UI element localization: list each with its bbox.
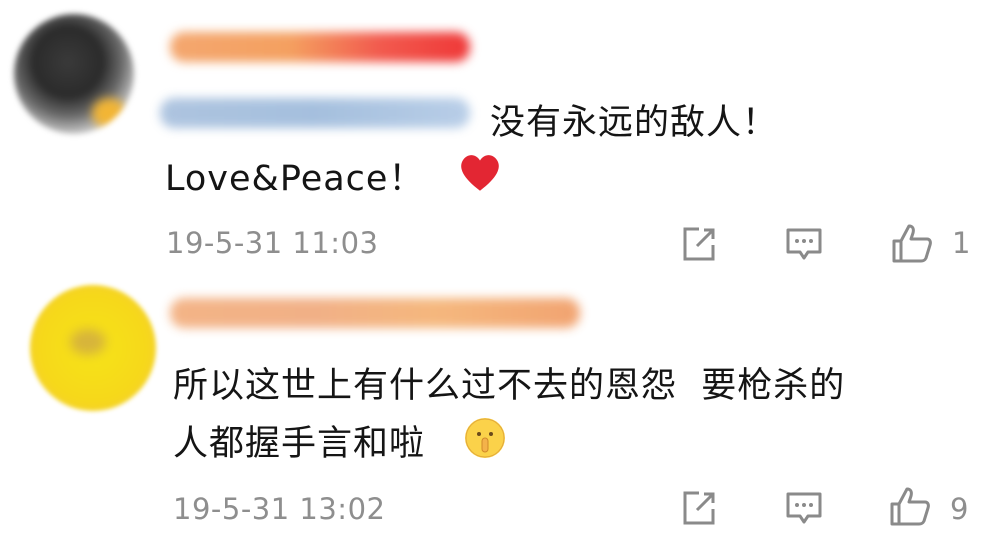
share-icon[interactable] <box>677 486 721 530</box>
like-count: 1 <box>952 226 971 260</box>
comment-2: 所以这世上有什么过不去的恩怨 要枪杀的 人都握手言和啦 19-5-31 13:0… <box>0 270 1000 541</box>
reply-icon[interactable] <box>782 486 826 530</box>
share-icon[interactable] <box>677 222 721 266</box>
shushing-face-emoji <box>465 418 505 458</box>
timestamp: 19-5-31 11:03 <box>166 226 379 260</box>
timestamp: 19-5-31 13:02 <box>173 492 386 526</box>
blurred-username[interactable] <box>170 32 470 62</box>
blurred-username[interactable] <box>170 298 580 328</box>
reply-icon[interactable] <box>782 222 826 266</box>
thumbs-up-icon[interactable] <box>890 221 934 265</box>
blurred-user-badge <box>160 98 470 128</box>
like-count: 9 <box>950 492 969 526</box>
comment-text-line1: 没有永远的敌人！ <box>490 103 779 143</box>
heart-icon <box>461 155 499 191</box>
avatar[interactable] <box>30 285 156 411</box>
comment-text-line2: Love&Peace！ <box>165 159 425 199</box>
comment-1: 没有永远的敌人！ Love&Peace！ 19-5-31 11:03 1 <box>0 0 1000 270</box>
thumbs-up-icon[interactable] <box>888 484 932 528</box>
comment-text-line2: 人都握手言和啦 <box>173 424 426 464</box>
comment-text-line1: 所以这世上有什么过不去的恩怨 要枪杀的 <box>173 366 846 406</box>
avatar[interactable] <box>14 14 134 134</box>
